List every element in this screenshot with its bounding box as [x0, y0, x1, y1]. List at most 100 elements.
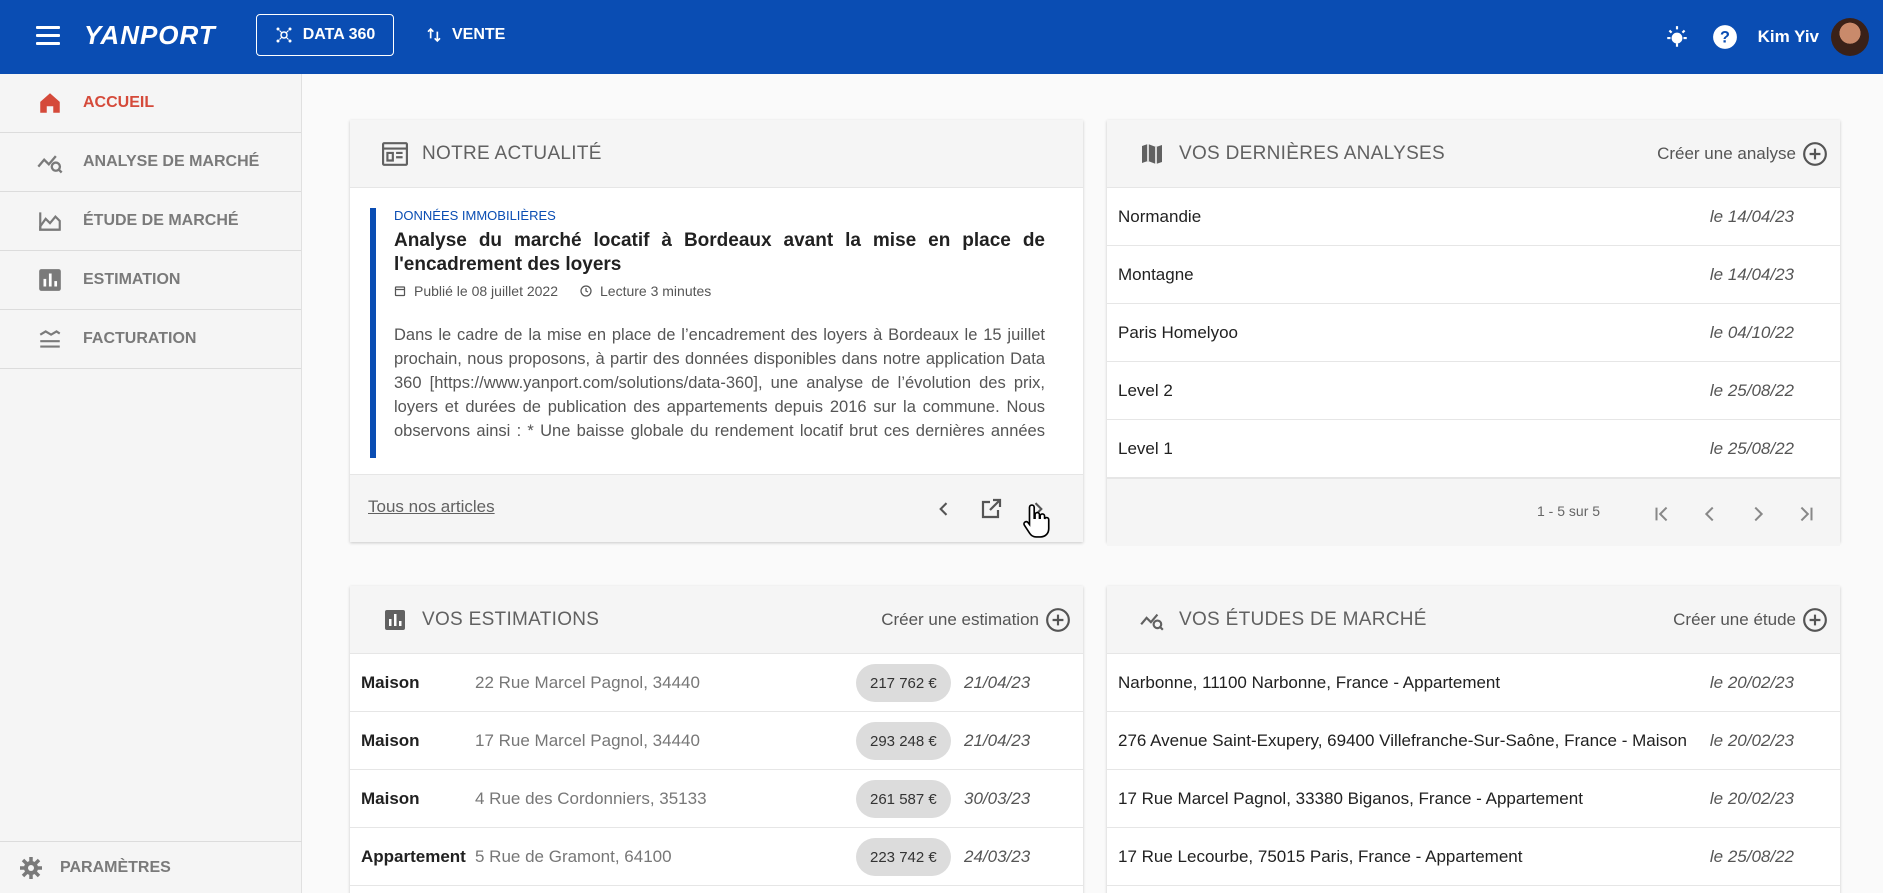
table-row[interactable]: Maison 22 Rue Marcel Pagnol, 34440 217 762… [350, 654, 1083, 712]
sidebar-item-etude[interactable]: ÉTUDE DE MARCHÉ [0, 192, 301, 251]
analyses-title: VOS DERNIÈRES ANALYSES [1179, 142, 1446, 164]
analysis-name: Montagne [1118, 264, 1194, 284]
chevron-left-icon[interactable] [930, 495, 958, 523]
table-row[interactable]: Maison 17 Rue Marcel Pagnol, 34440 293 248… [350, 712, 1083, 770]
vente-button[interactable]: VENTE [426, 14, 505, 56]
estimation-price-badge: 261 587 € [856, 780, 951, 818]
estimation-price-badge: 217 762 € [856, 664, 951, 702]
estimations-list: Maison 22 Rue Marcel Pagnol, 34440 217 762… [350, 654, 1083, 886]
sidebar-item-estimation[interactable]: ESTIMATION [0, 251, 301, 310]
estimation-date: 21/04/23 [964, 672, 1031, 692]
sidebar-item-label: ANALYSE DE MARCHÉ [83, 153, 260, 170]
map-icon [1139, 141, 1165, 167]
study-date: le 20/02/23 [1709, 788, 1794, 808]
news-card: NOTRE ACTUALITÉ DONNÉES IMMOBILIÈRES Ana… [350, 120, 1083, 542]
estimation-date: 30/03/23 [964, 788, 1031, 808]
analysis-name: Level 1 [1118, 438, 1173, 458]
swap-icon [427, 27, 441, 43]
study-date: le 20/02/23 [1709, 730, 1794, 750]
news-header: NOTRE ACTUALITÉ [350, 120, 1083, 188]
analyses-header: VOS DERNIÈRES ANALYSES Créer une analyse [1107, 120, 1840, 188]
market-study-icon [36, 207, 64, 235]
list-item[interactable]: 17 Rue Lecourbe, 75015 Paris, France - A… [1107, 828, 1840, 886]
billing-icon [36, 325, 64, 353]
studies-title: VOS ÉTUDES DE MARCHÉ [1179, 608, 1427, 630]
list-item[interactable]: Paris Homelyoo le 04/10/22 [1107, 304, 1840, 362]
chevron-right-icon[interactable] [1024, 495, 1052, 523]
study-name: 17 Rue Lecourbe, 75015 Paris, France - A… [1118, 846, 1523, 866]
analysis-name: Paris Homelyoo [1118, 322, 1238, 342]
first-page-icon[interactable] [1647, 499, 1677, 529]
sidebar-item-parametres[interactable]: PARAMÈTRES [0, 841, 302, 893]
analysis-name: Normandie [1118, 206, 1202, 226]
news-reading-time: Lecture 3 minutes [600, 283, 712, 299]
previous-page-icon[interactable] [1695, 499, 1725, 529]
add-circle-icon [1803, 142, 1827, 166]
theme-toggle-icon[interactable] [1662, 22, 1692, 52]
estimations-title: VOS ESTIMATIONS [422, 608, 600, 630]
table-row[interactable]: Maison 4 Rue des Cordonniers, 35133 261 58… [350, 770, 1083, 828]
sidebar-item-facturation[interactable]: FACTURATION [0, 310, 301, 369]
list-item[interactable]: Level 2 le 25/08/22 [1107, 362, 1840, 420]
bar-chart-icon [382, 607, 408, 633]
open-external-icon[interactable] [977, 495, 1005, 523]
list-item[interactable]: 17 Rue Marcel Pagnol, 33380 Biganos, Fra… [1107, 770, 1840, 828]
all-articles-link[interactable]: Tous nos articles [368, 497, 495, 517]
news-title-header: NOTRE ACTUALITÉ [422, 142, 602, 164]
create-study-button[interactable]: Créer une étude [1673, 607, 1828, 633]
table-row[interactable]: Appartement 5 Rue de Gramont, 64100 223 74… [350, 828, 1083, 886]
analysis-date: le 14/04/23 [1709, 206, 1794, 226]
market-analysis-icon [36, 148, 64, 176]
menu-icon[interactable] [36, 26, 60, 46]
news-article: DONNÉES IMMOBILIÈRES Analyse du marché l… [350, 188, 1083, 474]
news-meta: Publié le 08 juillet 2022 Lecture 3 minu… [394, 283, 1045, 299]
studies-list: Narbonne, 11100 Narbonne, France - Appar… [1107, 654, 1840, 886]
sidebar-item-accueil[interactable]: ACCUEIL [0, 74, 301, 133]
create-analysis-button[interactable]: Créer une analyse [1657, 141, 1828, 167]
estimation-address: 5 Rue de Gramont, 64100 [475, 846, 672, 866]
next-page-icon[interactable] [1743, 499, 1773, 529]
data360-icon [276, 27, 292, 43]
sidebar: ACCUEIL ANALYSE DE MARCHÉ ÉTUDE DE MARCH… [0, 74, 302, 893]
estimation-type: Appartement [361, 846, 466, 866]
news-article-title[interactable]: Analyse du marché locatif à Bordeaux ava… [394, 229, 1045, 277]
list-item[interactable]: Level 1 le 25/08/22 [1107, 420, 1840, 478]
list-item[interactable]: Montagne le 14/04/23 [1107, 246, 1840, 304]
news-excerpt: Dans le cadre de la mise en place de l’e… [394, 326, 1045, 440]
data360-button[interactable]: DATA 360 [256, 14, 394, 56]
analyses-list: Normandie le 14/04/23 Montagne le 14/04/23… [1107, 188, 1840, 478]
avatar[interactable] [1831, 18, 1869, 56]
bar-chart-icon [36, 266, 64, 294]
home-icon [36, 89, 64, 117]
list-item[interactable]: Normandie le 14/04/23 [1107, 188, 1840, 246]
sidebar-item-analyse[interactable]: ANALYSE DE MARCHÉ [0, 133, 301, 192]
analysis-date: le 25/08/22 [1709, 438, 1794, 458]
sidebar-item-label: ACCUEIL [83, 94, 155, 111]
list-item[interactable]: 276 Avenue Saint-Exupery, 69400 Villefra… [1107, 712, 1840, 770]
calendar-icon [394, 286, 406, 297]
help-icon[interactable]: ? [1710, 22, 1740, 52]
analysis-name: Level 2 [1118, 380, 1173, 400]
create-estimation-button[interactable]: Créer une estimation [881, 607, 1071, 633]
study-date: le 20/02/23 [1709, 672, 1794, 692]
gear-icon [18, 855, 44, 881]
top-right-actions: ? Kim Yiv [1662, 0, 1883, 74]
pager-range: 1 - 5 sur 5 [1537, 503, 1601, 519]
data360-label: DATA 360 [302, 26, 376, 43]
study-name: 276 Avenue Saint-Exupery, 69400 Villefra… [1118, 730, 1687, 750]
analyses-card: VOS DERNIÈRES ANALYSES Créer une analyse… [1107, 120, 1840, 546]
yanport-logo[interactable]: YANPORT [84, 20, 216, 51]
user-name[interactable]: Kim Yiv [1758, 27, 1819, 47]
news-published: Publié le 08 juillet 2022 [414, 283, 558, 299]
estimations-header: VOS ESTIMATIONS Créer une estimation [350, 586, 1083, 654]
add-circle-icon [1803, 608, 1827, 632]
create-study-label: Créer une étude [1673, 610, 1796, 629]
newspaper-icon [382, 141, 408, 167]
news-category: DONNÉES IMMOBILIÈRES [394, 208, 556, 223]
list-item[interactable]: Narbonne, 11100 Narbonne, France - Appar… [1107, 654, 1840, 712]
estimations-card: VOS ESTIMATIONS Créer une estimation Mai… [350, 586, 1083, 893]
estimation-address: 17 Rue Marcel Pagnol, 34440 [475, 730, 700, 750]
top-bar: YANPORT DATA 360 VENTE ? Kim Yiv [0, 0, 1883, 74]
analysis-date: le 04/10/22 [1709, 322, 1794, 342]
last-page-icon[interactable] [1791, 499, 1821, 529]
